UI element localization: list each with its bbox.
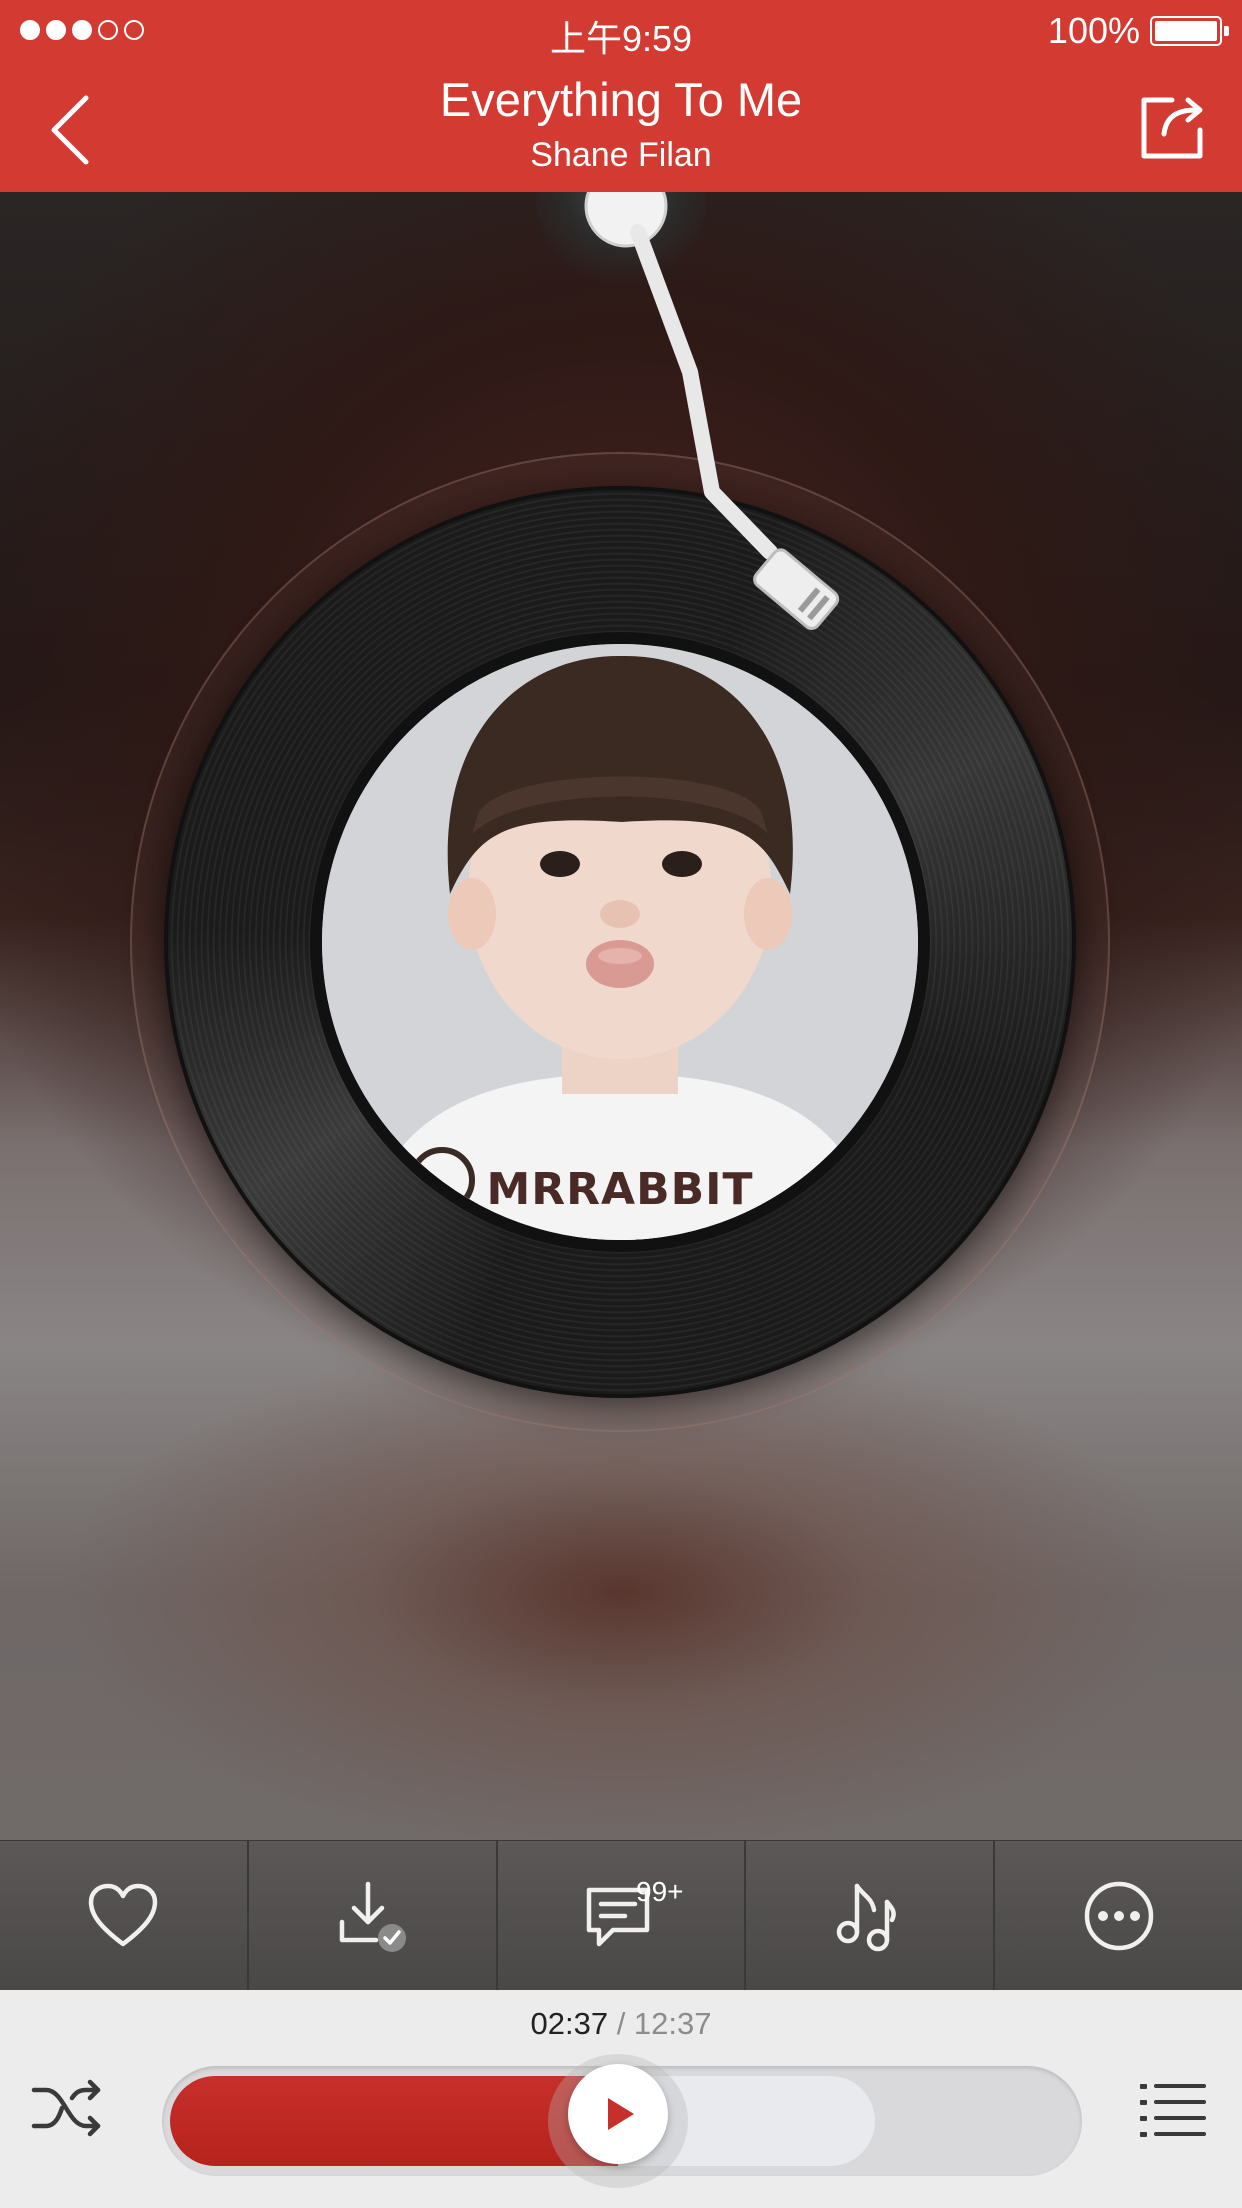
shuffle-button[interactable]: [30, 2078, 106, 2138]
play-button[interactable]: [568, 2064, 669, 2164]
playlist-icon: [1140, 2084, 1206, 2137]
album-cover-photo: [322, 644, 918, 1240]
more-icon: [1084, 1881, 1153, 1950]
download-done-icon: [339, 1881, 407, 1952]
header-bar: 上午9:59 100% Everything To Me Shane Filan: [0, 0, 1242, 192]
more-button[interactable]: [995, 1841, 1242, 1990]
time-separator: /: [608, 2006, 634, 2041]
music-note-icon: [836, 1883, 896, 1951]
like-button[interactable]: [0, 1841, 249, 1990]
playlist-button[interactable]: [1140, 2078, 1206, 2140]
heart-icon: [89, 1883, 158, 1946]
comment-button[interactable]: [498, 1841, 747, 1990]
song-artist: Shane Filan: [530, 136, 712, 174]
vinyl-record[interactable]: MRRABBIT: [168, 490, 1072, 1394]
current-time: 02:37: [530, 2006, 609, 2041]
sound-effect-button[interactable]: [746, 1841, 996, 1990]
shuffle-icon: [31, 2079, 101, 2137]
total-time: 12:37: [633, 2006, 712, 2041]
share-button[interactable]: [1138, 90, 1208, 162]
status-bar: 上午9:59 100%: [0, 0, 1242, 60]
player-controls: 02:37 / 12:37: [0, 1990, 1242, 2208]
download-button[interactable]: [249, 1841, 498, 1990]
album-cover-brand: MRRABBIT: [486, 1164, 754, 1215]
play-icon: [608, 2098, 635, 2130]
action-bar: [0, 1840, 1242, 1990]
comment-count-badge: 99+: [636, 1876, 684, 1907]
album-cover: MRRABBIT: [310, 632, 930, 1252]
album-art-stage: MRRABBIT: [0, 192, 1242, 1840]
tonearm-pivot: [536, 192, 706, 286]
progress-slider[interactable]: [162, 2054, 1082, 2188]
share-icon: [1141, 97, 1203, 159]
song-title: Everything To Me: [439, 73, 803, 126]
battery-icon: [1150, 16, 1229, 46]
battery-percent: 100%: [1047, 10, 1140, 51]
playback-time: 02:37 / 12:37: [0, 2006, 1242, 2042]
